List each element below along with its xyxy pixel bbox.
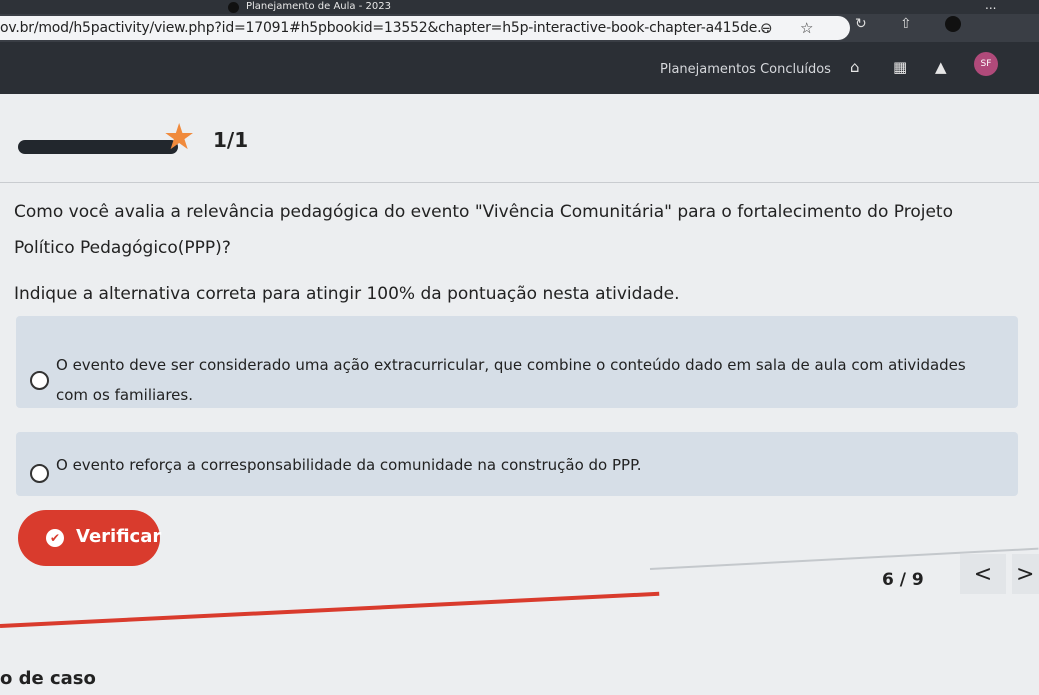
site-header: Planejamentos Concluídos ⌂ ▦ ▲ SF (0, 42, 1039, 94)
answer-option-2[interactable]: O evento reforça a corresponsabilidade d… (16, 432, 1018, 496)
tab-indicator-icon (228, 2, 239, 13)
verify-button-label: Verificar (76, 526, 162, 547)
address-bar-url[interactable]: ov.br/mod/h5pactivity/view.php?id=17091#… (0, 20, 770, 36)
verify-button[interactable]: ✔ Verificar (18, 510, 162, 566)
page-action-icon[interactable]: ⊖ (760, 19, 773, 37)
reload-icon[interactable]: ↻ (855, 16, 867, 32)
extensions-icon[interactable]: ⇧ (900, 16, 912, 32)
browser-toolbar: ov.br/mod/h5pactivity/view.php?id=17091#… (0, 14, 1039, 42)
next-page-button[interactable]: > (1012, 554, 1039, 594)
tab-more-icon[interactable]: ... (985, 0, 996, 12)
radio-button[interactable] (30, 371, 49, 390)
home-icon[interactable]: ⌂ (850, 58, 860, 76)
user-avatar[interactable]: SF (974, 52, 998, 76)
browser-tab-title[interactable]: Planejamento de Aula - 2023 (246, 0, 391, 14)
radio-button[interactable] (30, 464, 49, 483)
previous-page-button[interactable]: < (960, 554, 1006, 594)
star-icon: ★ (163, 117, 196, 158)
chapter-title-partial: o de caso (0, 668, 96, 689)
progress-bar (18, 140, 178, 154)
divider (0, 182, 1039, 183)
nav-completed-plans[interactable]: Planejamentos Concluídos (660, 62, 831, 77)
interactive-book-content: ★ 1/1 Como você avalia a relevância peda… (0, 94, 1039, 695)
answer-option-text: O evento reforça a corresponsabilidade d… (56, 456, 642, 474)
notification-bell-icon[interactable]: ▲ (935, 58, 947, 76)
question-text: Como você avalia a relevância pedagógica… (14, 202, 953, 258)
profile-icon[interactable] (945, 16, 961, 32)
answer-option-1[interactable]: O evento deve ser considerado uma ação e… (16, 316, 1018, 408)
address-bar[interactable]: ov.br/mod/h5pactivity/view.php?id=17091#… (0, 16, 850, 40)
bookmark-star-icon[interactable]: ☆ (800, 19, 813, 37)
check-icon: ✔ (46, 529, 64, 547)
calendar-icon[interactable]: ▦ (893, 58, 907, 76)
progress-line (0, 591, 660, 628)
question-instruction: Indique a alternativa correta para ating… (14, 284, 680, 304)
page-counter: 6 / 9 (882, 570, 924, 590)
answer-option-text: O evento deve ser considerado uma ação e… (56, 356, 966, 404)
browser-tab-bar: Planejamento de Aula - 2023 ... (0, 0, 1039, 14)
score-label: 1/1 (213, 128, 249, 152)
